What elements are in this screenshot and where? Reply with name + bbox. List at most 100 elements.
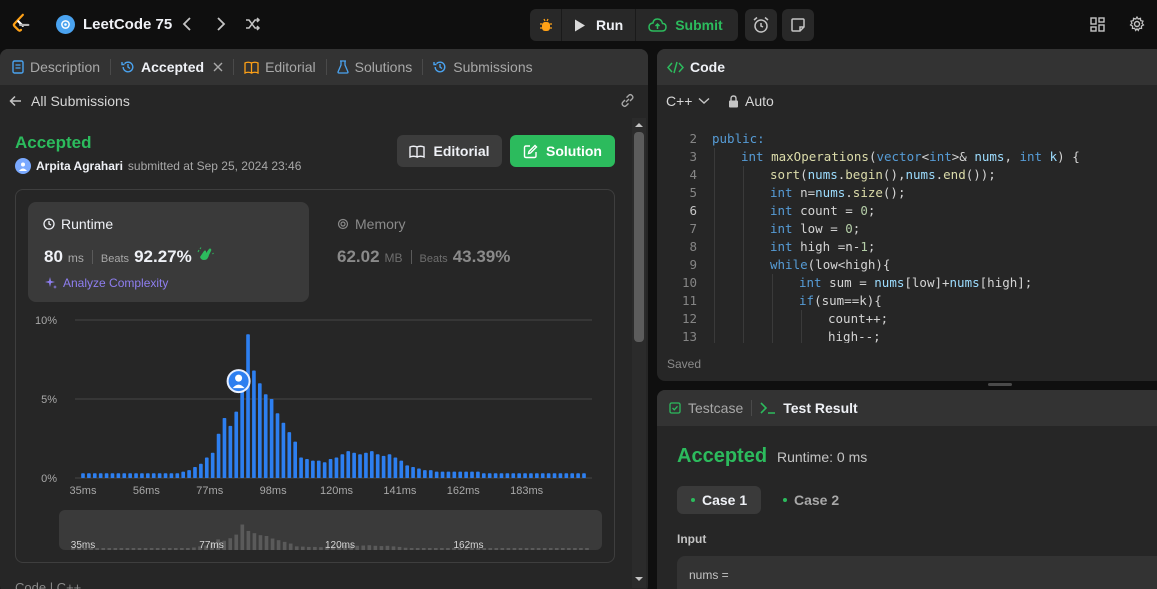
distribution-bar[interactable] <box>393 457 398 478</box>
distribution-bar[interactable] <box>110 473 115 478</box>
distribution-bar[interactable] <box>311 460 315 478</box>
distribution-bar[interactable] <box>346 451 351 478</box>
distribution-bar[interactable] <box>275 413 280 478</box>
tab-test-result[interactable]: Test Result <box>752 400 858 416</box>
prev-problem-icon[interactable] <box>176 13 198 35</box>
distribution-bar[interactable] <box>546 473 551 478</box>
distribution-bar[interactable] <box>87 473 91 478</box>
distribution-bar[interactable] <box>257 383 262 478</box>
distribution-bar[interactable] <box>535 473 539 478</box>
distribution-bar[interactable] <box>564 473 569 478</box>
link-icon[interactable] <box>619 92 636 109</box>
your-submission-marker[interactable] <box>226 369 251 394</box>
distribution-bar[interactable] <box>293 441 298 478</box>
distribution-bar[interactable] <box>517 473 521 478</box>
distribution-bar[interactable] <box>181 471 186 478</box>
distribution-bar[interactable] <box>358 454 362 478</box>
debug-button[interactable] <box>530 9 562 41</box>
distribution-bar[interactable] <box>81 473 85 478</box>
distribution-bar[interactable] <box>428 470 433 478</box>
autocomplete-toggle[interactable]: Auto <box>728 93 774 109</box>
runtime-range-brush[interactable]: 35ms 77ms 120ms 162ms <box>59 510 602 550</box>
distribution-bar[interactable] <box>193 466 197 478</box>
distribution-bar[interactable] <box>252 370 256 478</box>
distribution-bar[interactable] <box>216 433 221 478</box>
solution-button[interactable]: Solution <box>510 135 615 167</box>
distribution-bar[interactable] <box>299 457 303 478</box>
distribution-bar[interactable] <box>369 451 374 478</box>
language-select[interactable]: C++ <box>666 93 710 109</box>
distribution-bar[interactable] <box>458 471 463 478</box>
distribution-bar[interactable] <box>122 473 127 478</box>
distribution-bar[interactable] <box>116 473 121 478</box>
code-line[interactable]: 8 int high =n-1; <box>657 238 1157 256</box>
scroll-thumb[interactable] <box>634 132 644 342</box>
distribution-bar[interactable] <box>340 454 345 478</box>
distribution-bar[interactable] <box>146 473 150 478</box>
study-plan-icon[interactable] <box>56 15 75 34</box>
distribution-bar[interactable] <box>175 473 180 478</box>
distribution-bar[interactable] <box>316 460 321 478</box>
tab-solutions[interactable]: Solutions <box>327 49 423 85</box>
code-line[interactable]: 4 sort(nums.begin(),nums.end()); <box>657 166 1157 184</box>
case-1-button[interactable]: Case 1 <box>677 486 762 514</box>
distribution-bar[interactable] <box>140 473 144 478</box>
distribution-bar[interactable] <box>511 473 516 478</box>
distribution-bar[interactable] <box>263 394 268 478</box>
scroll-up-icon[interactable] <box>632 120 646 130</box>
distribution-bar[interactable] <box>529 473 533 478</box>
distribution-bar[interactable] <box>523 473 527 478</box>
distribution-bar[interactable] <box>470 471 474 478</box>
distribution-bar[interactable] <box>269 399 274 478</box>
timer-button[interactable] <box>745 9 777 41</box>
distribution-bar[interactable] <box>151 473 156 478</box>
distribution-bar[interactable] <box>423 470 427 478</box>
distribution-bar[interactable] <box>210 452 215 478</box>
distribution-bar[interactable] <box>204 457 209 478</box>
code-line[interactable]: 9 while(low<high){ <box>657 256 1157 274</box>
distribution-bar[interactable] <box>163 473 168 478</box>
distribution-bar[interactable] <box>234 411 239 478</box>
distribution-bar[interactable] <box>576 473 580 478</box>
code-line[interactable]: 2 public: <box>657 130 1157 148</box>
back-to-submissions[interactable]: All Submissions <box>9 93 130 109</box>
run-button[interactable]: Run <box>562 9 637 41</box>
distribution-bar[interactable] <box>505 473 510 478</box>
leetcode-logo-icon[interactable] <box>10 13 32 35</box>
shuffle-icon[interactable] <box>242 13 264 35</box>
settings-gear-icon[interactable] <box>1126 13 1148 35</box>
submit-button[interactable]: Submit <box>636 9 734 41</box>
distribution-bar[interactable] <box>558 473 563 478</box>
vertical-resize-handle[interactable] <box>988 383 1012 386</box>
distribution-bar[interactable] <box>540 473 545 478</box>
distribution-bar[interactable] <box>464 471 468 478</box>
distribution-bar[interactable] <box>446 471 451 478</box>
study-plan-title[interactable]: LeetCode 75 <box>83 16 172 33</box>
scroll-down-icon[interactable] <box>632 574 646 584</box>
code-line[interactable]: 6 int count = 0; <box>657 202 1157 220</box>
tab-description[interactable]: Description <box>0 49 110 85</box>
editorial-button[interactable]: Editorial <box>397 135 502 167</box>
layout-icon[interactable] <box>1086 13 1108 35</box>
analyze-complexity-link[interactable]: Analyze Complexity <box>44 276 168 290</box>
distribution-bar[interactable] <box>134 473 138 478</box>
distribution-bar[interactable] <box>287 432 292 478</box>
distribution-bar[interactable] <box>417 468 421 478</box>
distribution-bar[interactable] <box>570 473 575 478</box>
runtime-distribution-chart[interactable]: 10% 5% 0% 35ms 56ms 77ms 98ms 120ms 141ms 162ms 18… <box>15 310 615 500</box>
distribution-bar[interactable] <box>499 473 504 478</box>
next-problem-icon[interactable] <box>210 13 232 35</box>
distribution-bar[interactable] <box>228 425 233 478</box>
user-avatar[interactable] <box>15 158 31 174</box>
distribution-bar[interactable] <box>582 473 586 478</box>
distribution-bar[interactable] <box>199 463 203 478</box>
distribution-bar[interactable] <box>364 452 368 478</box>
distribution-bar[interactable] <box>440 471 445 478</box>
distribution-bar[interactable] <box>187 470 191 478</box>
code-editor[interactable]: 2 public: 3 int maxOperations(vector<int>& … <box>657 123 1157 343</box>
code-line[interactable]: 11 if(sum==k){ <box>657 292 1157 310</box>
distribution-bar[interactable] <box>157 473 162 478</box>
distribution-bar[interactable] <box>493 473 498 478</box>
tab-testcase[interactable]: Testcase <box>657 400 743 416</box>
code-tab[interactable]: Code <box>657 59 725 75</box>
